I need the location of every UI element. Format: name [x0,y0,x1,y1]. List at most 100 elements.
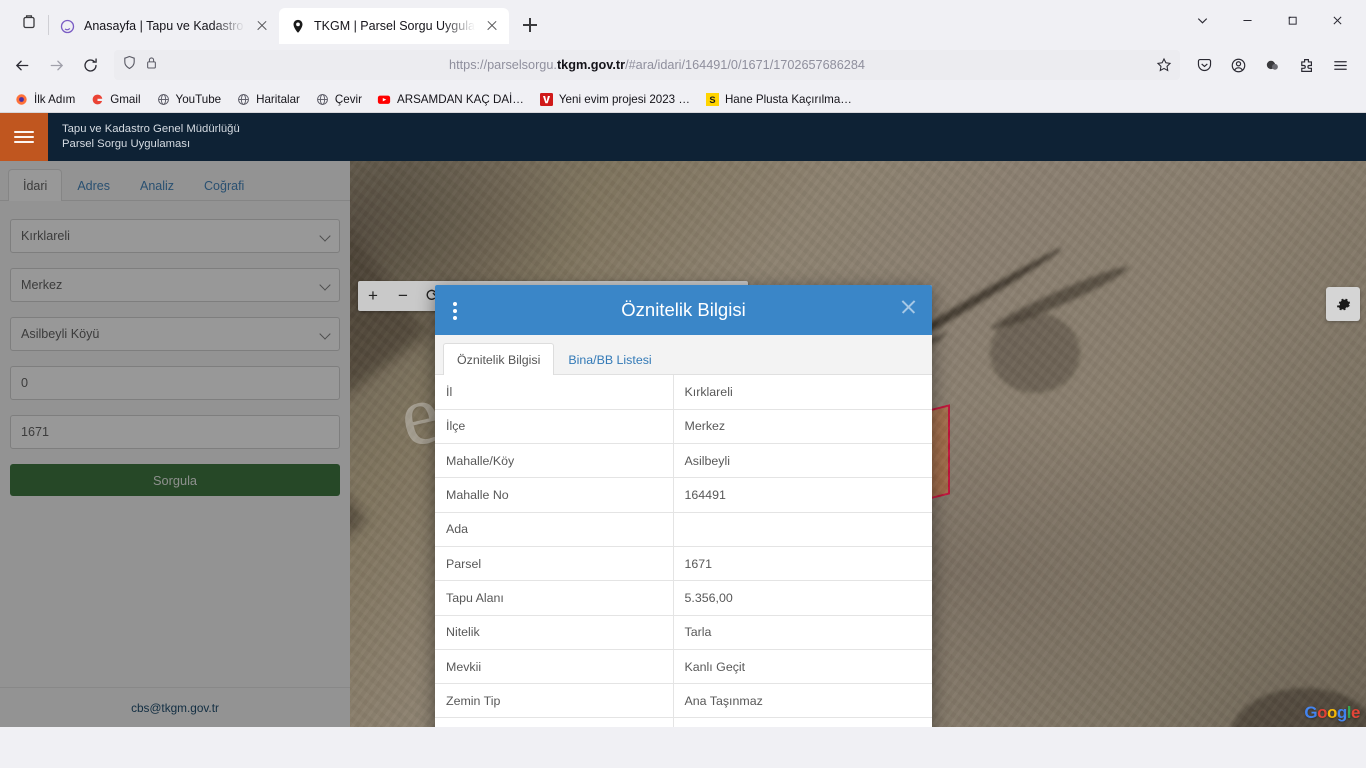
attr-value: 1671 [673,546,932,582]
attr-key: Ada [435,512,674,547]
bookmark-item[interactable]: YouTube [150,89,228,110]
toolbar-icons [1188,49,1360,81]
save-to-pocket-icon[interactable] [1188,49,1220,81]
attr-key: Tapu Alanı [435,580,674,616]
reload-button[interactable] [74,49,106,81]
tab-analiz[interactable]: Analiz [125,169,189,201]
attr-key: İl [435,375,674,410]
attr-value: Kırklareli [673,375,932,410]
bookmark-item[interactable]: ARSAMDAN KAÇ DAİ… [371,89,530,110]
attr-key: İlçe [435,409,674,445]
bookmark-item[interactable]: İlk Adım [8,89,81,110]
google-attribution: Google [1304,703,1360,722]
gear-icon [1336,298,1350,310]
close-icon[interactable] [483,17,501,35]
il-select[interactable]: Kırklareli [10,219,340,253]
bookmark-label: Haritalar [256,92,300,106]
bookmark-label: Gmail [110,92,141,106]
bookmark-item[interactable]: S Hane Plusta Kaçırılma… [699,89,858,110]
new-tab-button[interactable] [515,10,545,40]
browser-tab-2[interactable]: TKGM | Parsel Sorgu Uygulaması [279,8,509,44]
page-content: Google + − ⟳ emlakjet.com [0,113,1366,768]
url-bar[interactable]: https://parselsorgu.tkgm.gov.tr/#ara/ida… [114,50,1180,80]
bookmark-item[interactable]: Gmail [84,89,146,110]
app-viewport: Google + − ⟳ emlakjet.com [0,113,1366,727]
tab-idari[interactable]: İdari [8,169,63,201]
bookmark-item[interactable]: Yeni evim projesi 2023 … [533,89,696,110]
attr-value [673,512,932,547]
attr-key: Parsel [435,546,674,582]
zoom-in-button[interactable]: + [358,281,388,311]
v-icon [539,92,554,107]
account-icon[interactable] [1222,49,1254,81]
parsel-input[interactable]: 1671 [10,415,340,449]
zoom-out-button[interactable]: − [388,281,418,311]
sidebar-footer-email[interactable]: cbs@tkgm.gov.tr [0,687,350,727]
bookmark-star-icon[interactable] [1156,57,1172,73]
gmail-icon [90,92,105,107]
list-all-tabs-button[interactable] [14,7,44,37]
close-window-button[interactable] [1315,4,1360,36]
sorgula-button[interactable]: Sorgula [10,464,340,496]
mahalle-select[interactable]: Asilbeyli Köyü [10,317,340,351]
app-subtitle: Parsel Sorgu Uygulaması [62,138,191,150]
tab-bina-bb-listesi[interactable]: Bina/BB Listesi [554,343,665,375]
ilce-select[interactable]: Merkez [10,268,340,302]
chevron-down-icon [319,279,331,291]
browser-tab-1[interactable]: Anasayfa | Tapu ve Kadastro Ge… [49,8,279,44]
shield-icon[interactable] [122,55,137,75]
map-tree-cluster [990,313,1080,393]
attribute-info-dialog: Öznitelik Bilgisi Öznitelik Bilgisi Bina… [435,285,932,727]
lock-icon[interactable] [145,56,158,75]
attr-value: Merkez [673,409,932,445]
bookmark-label: İlk Adım [34,92,76,106]
bookmark-item[interactable]: Haritalar [230,89,306,110]
map-tree-cluster [1230,688,1366,727]
dialog-header: Öznitelik Bilgisi [435,285,932,335]
menu-toggle-button[interactable] [0,113,48,161]
bookmark-label: YouTube [175,92,222,106]
hamburger-icon [14,128,34,146]
tab-cografi[interactable]: Coğrafi [189,169,259,201]
app-menu-icon[interactable] [1324,49,1356,81]
table-row: Mahalle/Köy Asilbeyli [435,443,932,479]
attr-value: 164491 [673,477,932,513]
tab-adres[interactable]: Adres [62,169,125,201]
tab-strip: Anasayfa | Tapu ve Kadastro Ge… TKGM | P… [0,0,1366,44]
attr-value: Tarla [673,615,932,650]
app-org-title: Tapu ve Kadastro Genel Müdürlüğü [62,122,240,135]
maximize-button[interactable] [1270,4,1315,36]
s-icon: S [705,92,720,107]
ada-input[interactable]: 0 [10,366,340,400]
table-row: Tapu Alanı 5.356,00 [435,580,932,616]
svg-text:S: S [709,94,715,104]
tab-oznitelik-bilgisi[interactable]: Öznitelik Bilgisi [443,343,555,375]
bookmark-item[interactable]: Çevir [309,89,368,110]
extensions-avatar-icon[interactable] [1256,49,1288,81]
forward-button[interactable] [40,49,72,81]
close-icon[interactable] [898,297,918,317]
il-select-value: Kırklareli [21,229,70,243]
attr-key: Zemin Tip [435,683,674,719]
table-row: Mevkii Kanlı Geçit [435,649,932,685]
attr-key: Nitelik [435,615,674,650]
query-form: Kırklareli Merkez Asilbeyli Köyü 0 1671 [0,201,350,687]
table-row: Ada [435,512,932,547]
chevron-down-icon[interactable] [1180,4,1225,36]
globe-icon [315,92,330,107]
close-icon[interactable] [253,17,271,35]
table-row: Mahalle No 164491 [435,477,932,513]
minimize-button[interactable] [1225,4,1270,36]
extensions-icon[interactable] [1290,49,1322,81]
table-row: Zemin Tip Ana Taşınmaz [435,683,932,719]
table-row: Pafta 6 [435,717,932,727]
kebab-menu-icon[interactable] [453,299,457,323]
parsel-input-value: 1671 [21,425,50,439]
map-settings-button[interactable] [1326,287,1360,321]
navigation-bar: https://parselsorgu.tkgm.gov.tr/#ara/ida… [0,44,1366,86]
table-row: Nitelik Tarla [435,615,932,650]
attr-value: 5.356,00 [673,580,932,616]
tab-title: Anasayfa | Tapu ve Kadastro Ge… [84,19,245,33]
attr-key: Mevkii [435,649,674,685]
back-button[interactable] [6,49,38,81]
